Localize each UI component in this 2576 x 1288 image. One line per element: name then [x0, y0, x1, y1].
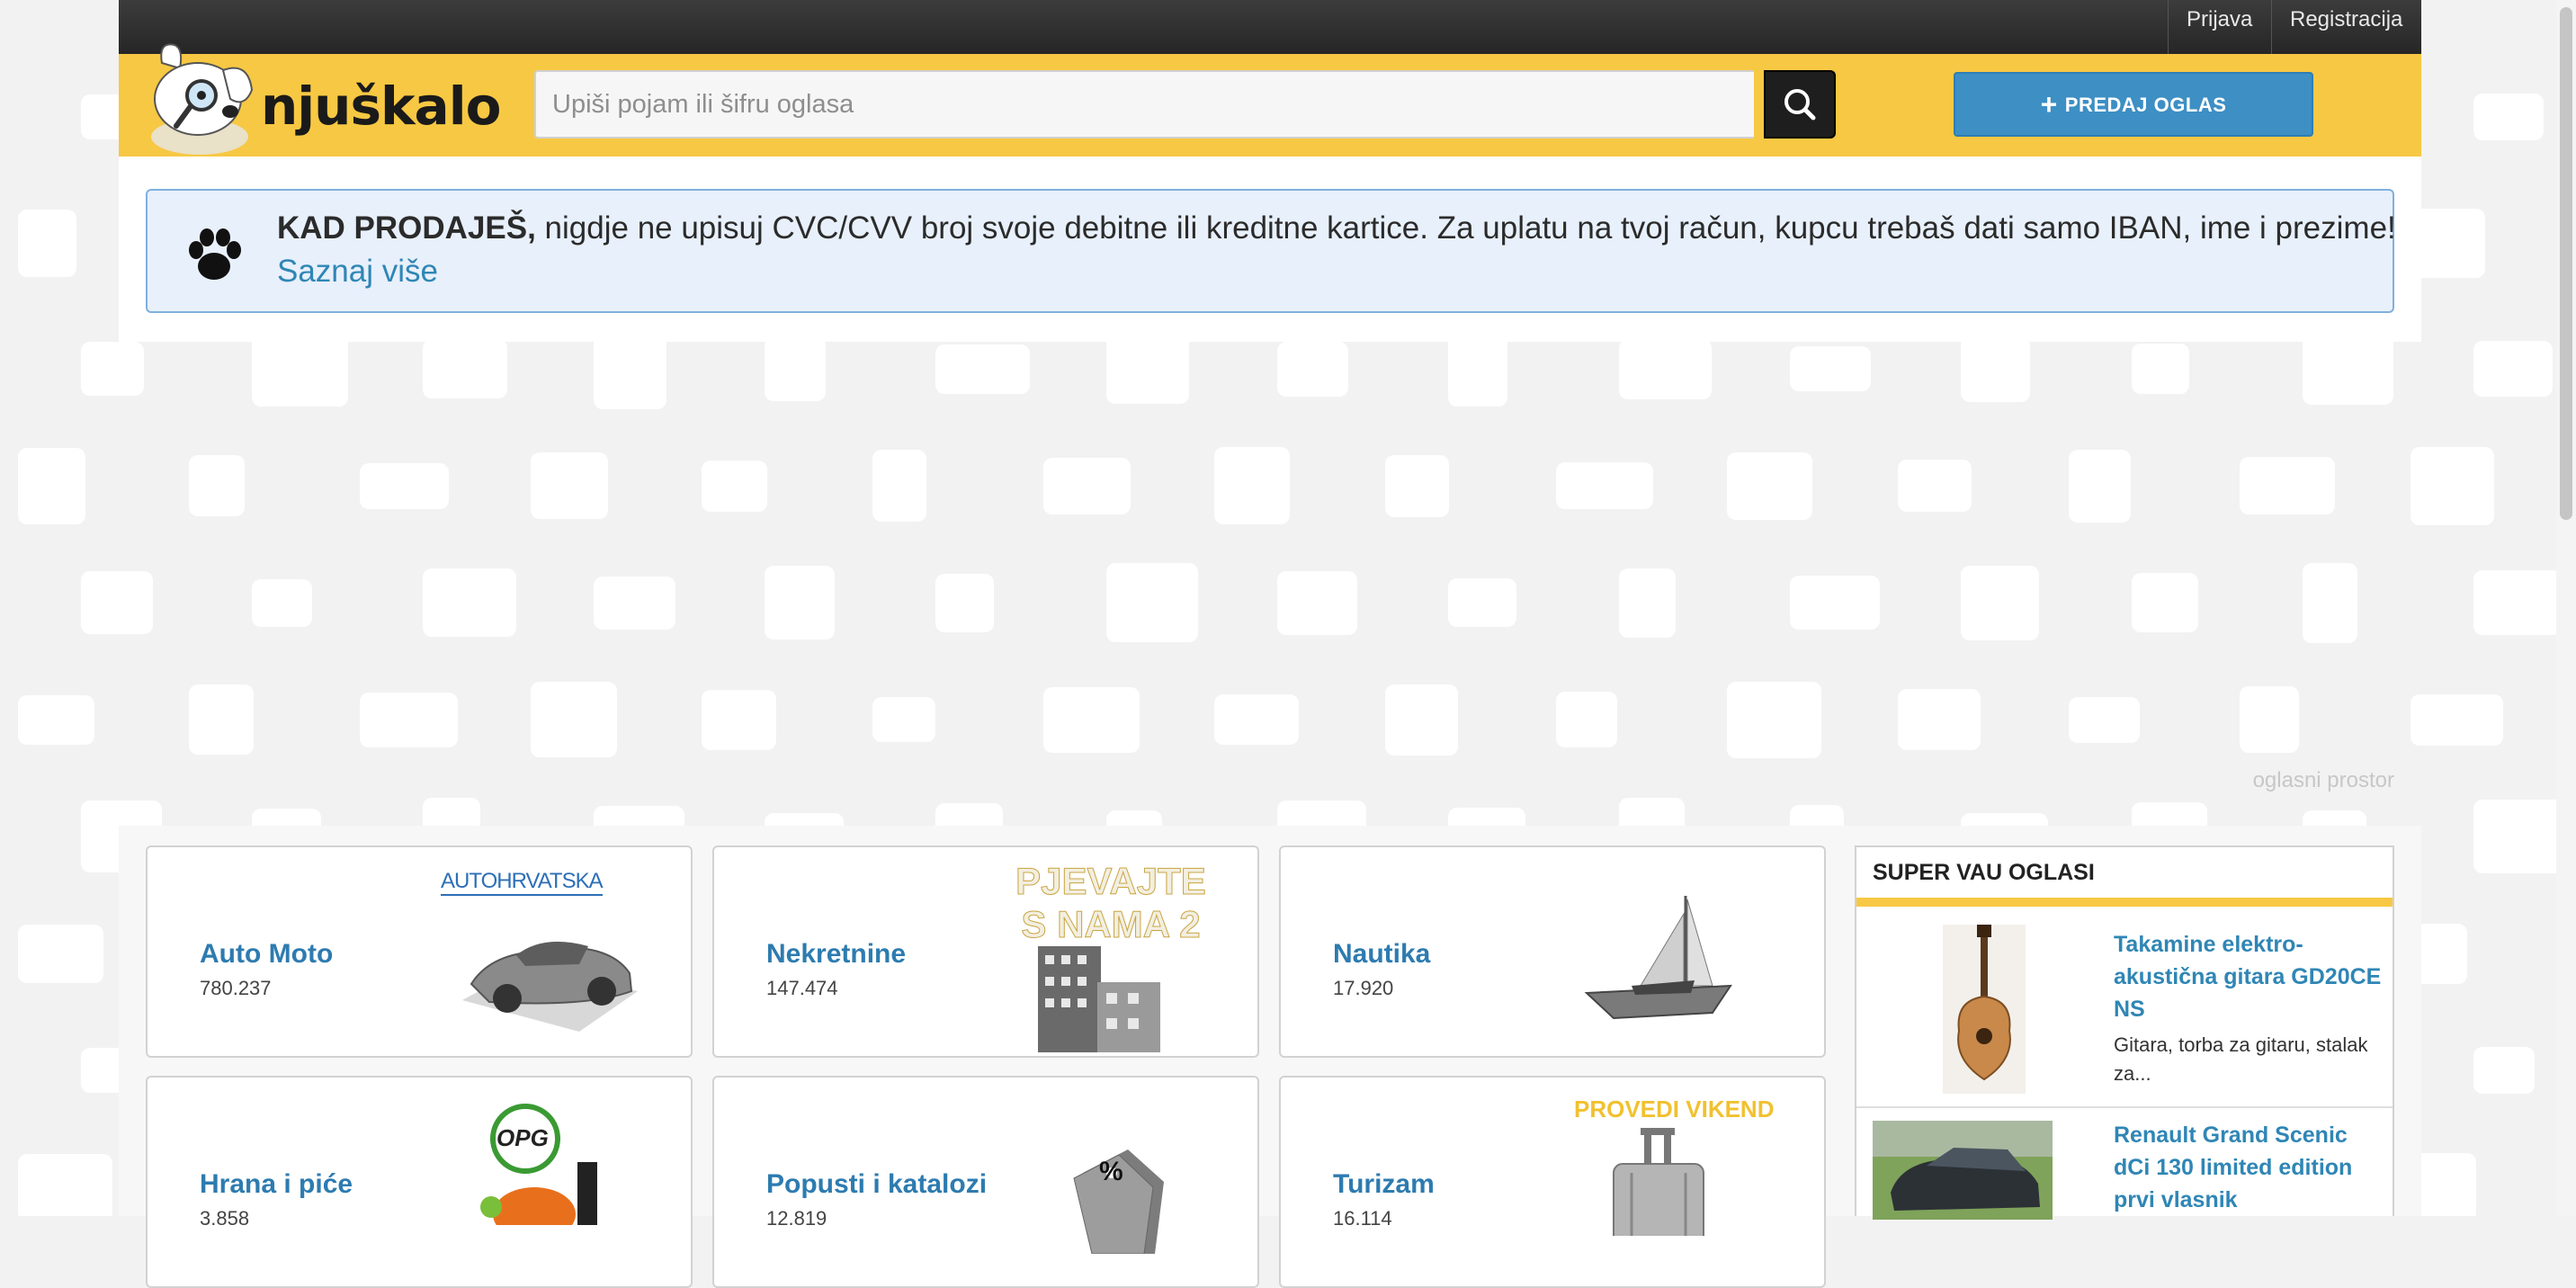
category-name: Turizam — [1333, 1169, 1435, 1199]
category-nautika[interactable]: Nautika 17.920 — [1279, 845, 1826, 1058]
category-count: 17.920 — [1333, 977, 1394, 999]
pattern-icon — [2411, 693, 2503, 746]
category-count: 12.819 — [766, 1207, 827, 1230]
sell-ad-label: PREDAJ OGLAS — [2064, 94, 2227, 116]
logo-text[interactable]: njuškalo — [261, 76, 501, 137]
discount-tag-icon — [1073, 1149, 1164, 1254]
category-count: 780.237 — [200, 977, 272, 999]
logo-dog-icon[interactable] — [144, 36, 261, 157]
promo-label: AUTOHRVATSKA — [441, 869, 604, 896]
category-name: Auto Moto — [200, 939, 334, 969]
category-count: 3.858 — [200, 1207, 250, 1230]
category-popusti-i-katalozi[interactable]: Popusti i katalozi 12.819 % — [712, 1076, 1259, 1288]
pattern-icon — [2473, 1047, 2535, 1094]
pattern-icon — [2473, 94, 2544, 140]
super-vau-item-desc: Gitara, torba za gitaru, stalak za... — [2114, 1033, 2368, 1085]
header: njuškalo + PREDAJ OGLAS — [119, 43, 2421, 157]
pattern-icon — [18, 1153, 112, 1216]
car-icon — [462, 941, 638, 1032]
notice-bold: KAD PRODAJEŠ, — [277, 210, 536, 246]
buildings-icon — [1038, 946, 1160, 1052]
security-notice: KAD PRODAJEŠ, nigdje ne upisuj CVC/CVV b… — [146, 189, 2396, 313]
category-auto-moto[interactable]: Auto Moto 780.237 AUTOHRVATSKA — [146, 845, 693, 1058]
promo-label: PROVEDI VIKEND — [1574, 1096, 1775, 1123]
notice-section: KAD PRODAJEŠ, nigdje ne upisuj CVC/CVV b… — [119, 157, 2421, 342]
pattern-icon — [18, 694, 94, 745]
promo-label: OPG — [496, 1124, 549, 1151]
category-hrana-i-pice[interactable]: Hrana i piće 3.858 OPG — [146, 1076, 693, 1288]
opg-food-icon — [480, 1104, 597, 1225]
boat-icon — [1584, 896, 1732, 1020]
login-link[interactable]: Prijava — [2168, 0, 2270, 54]
pattern-icon — [2411, 208, 2485, 278]
super-vau-panel: SUPER VAU OGLASI Takamine elektro-akusti… — [1855, 845, 2394, 1220]
guitar-thumbnail[interactable] — [1943, 925, 2026, 1094]
category-name: Hrana i piće — [200, 1169, 353, 1199]
super-vau-item[interactable]: Takamine elektro-akustična gitara GD20CE… — [1856, 907, 2393, 1108]
promo-label: PJEVAJTE S NAMA 2 — [1015, 860, 1207, 946]
super-vau-item[interactable]: Renault Grand Scenic dCi 130 limited edi… — [1856, 1108, 2393, 1220]
learn-more-link[interactable]: Saznaj više — [277, 254, 438, 290]
pattern-icon — [2473, 570, 2562, 635]
category-count: 147.474 — [766, 977, 838, 999]
category-count: 16.114 — [1333, 1207, 1392, 1230]
suitcase-icon — [1613, 1128, 1704, 1236]
super-vau-item-title[interactable]: Renault Grand Scenic dCi 130 limited edi… — [2114, 1119, 2384, 1216]
category-name: Nekretnine — [766, 939, 907, 969]
promo-label: % — [1099, 1157, 1123, 1186]
category-turizam[interactable]: Turizam 16.114 PROVEDI VIKEND — [1279, 1076, 1826, 1288]
pattern-icon — [2473, 341, 2553, 397]
category-name: Nautika — [1333, 939, 1431, 969]
notice-message: KAD PRODAJEŠ, nigdje ne upisuj CVC/CVV b… — [277, 210, 2396, 246]
scrollbar-thumb[interactable] — [2560, 7, 2572, 520]
category-name: Popusti i katalozi — [766, 1169, 988, 1199]
paw-icon — [189, 228, 241, 280]
car-thumbnail[interactable] — [1873, 1121, 2053, 1220]
search-button[interactable] — [1764, 70, 1836, 139]
super-vau-item-title[interactable]: Takamine elektro-akustična gitara GD20CE… — [2114, 928, 2384, 1025]
pattern-icon — [18, 447, 85, 524]
super-vau-title: SUPER VAU OGLASI — [1856, 847, 2393, 907]
register-link[interactable]: Registracija — [2271, 0, 2420, 54]
search-input[interactable] — [534, 70, 1754, 139]
page: Prijava Registracija njuškalo + PREDAJ OG… — [119, 0, 2421, 1288]
pattern-icon — [2411, 446, 2494, 525]
top-bar: Prijava Registracija — [119, 0, 2421, 54]
plus-icon: + — [2040, 88, 2058, 121]
sell-ad-button[interactable]: + PREDAJ OGLAS — [1954, 72, 2313, 137]
pattern-icon — [18, 924, 103, 983]
scrollbar[interactable] — [2556, 0, 2576, 1216]
category-nekretnine[interactable]: Nekretnine 147.474 PJEVAJTE S NAMA 2 — [712, 845, 1259, 1058]
search-icon — [1784, 89, 1816, 121]
notice-text: nigdje ne upisuj CVC/CVV broj svoje debi… — [535, 210, 2396, 246]
pattern-icon — [18, 209, 76, 277]
ad-space-label: oglasni prostor — [2252, 768, 2394, 792]
